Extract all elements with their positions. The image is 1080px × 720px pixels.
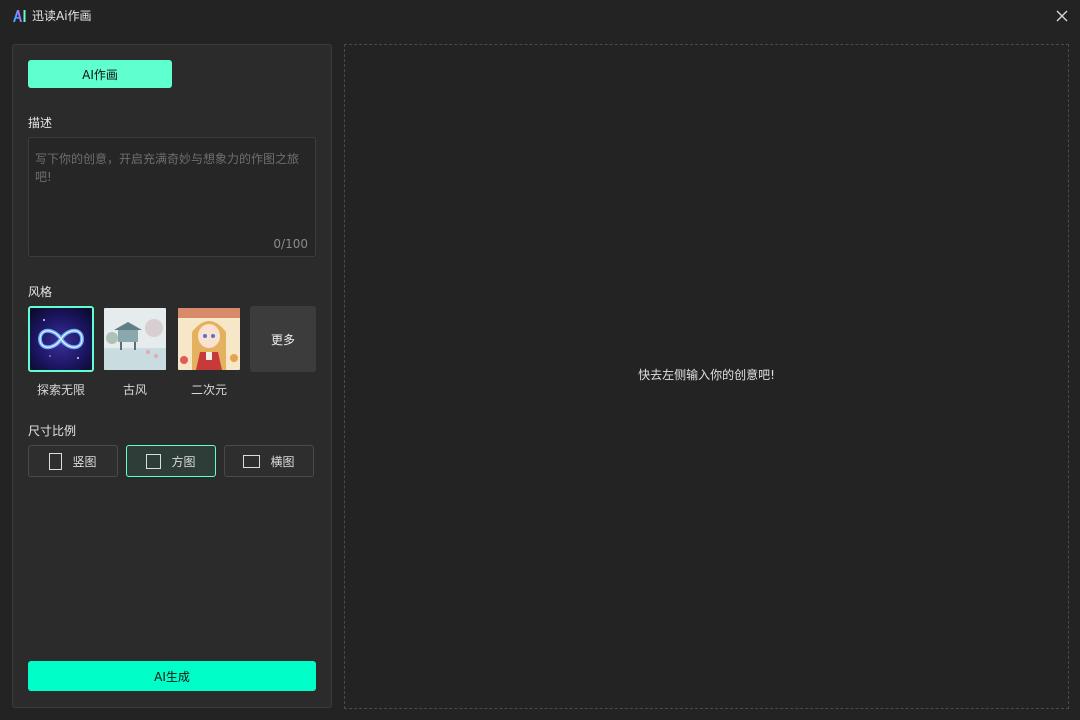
- ratio-portrait-button[interactable]: 竖图: [28, 445, 118, 477]
- style-item-anime[interactable]: 二次元: [176, 306, 242, 398]
- app-title: 迅读Ai作画: [32, 9, 92, 23]
- style-name-ancient: 古风: [122, 383, 147, 397]
- close-button[interactable]: [1052, 6, 1072, 26]
- tab-ai-painting[interactable]: AI作画: [28, 60, 172, 88]
- ratio-label: 尺寸比例: [28, 424, 77, 438]
- char-count: 0/100: [273, 237, 308, 251]
- ratio-landscape-label: 横图: [270, 454, 295, 469]
- pavilion-image: [104, 308, 166, 370]
- ratio-square-label: 方图: [171, 454, 196, 469]
- more-styles-button[interactable]: 更多: [250, 306, 316, 372]
- ratio-square-button[interactable]: 方图: [126, 445, 216, 477]
- style-name-explore: 探索无限: [36, 383, 85, 397]
- portrait-icon: [49, 452, 63, 470]
- result-canvas: 快去左侧输入你的创意吧!: [344, 44, 1069, 709]
- ratio-landscape-button[interactable]: 横图: [224, 445, 314, 477]
- title-bar: 迅读Ai作画: [0, 0, 1080, 32]
- style-thumbnail-anime[interactable]: [176, 306, 242, 372]
- anime-girl-image: [178, 308, 240, 370]
- style-label: 风格: [28, 285, 53, 299]
- close-icon: [1056, 10, 1068, 22]
- landscape-icon: [243, 454, 261, 468]
- square-icon: [146, 453, 162, 469]
- settings-panel: AI作画 描述 0/100 风格: [12, 44, 332, 708]
- infinity-image: [30, 308, 92, 370]
- style-item-ancient[interactable]: 古风: [102, 306, 168, 398]
- description-input[interactable]: [29, 138, 315, 256]
- style-name-anime: 二次元: [190, 383, 227, 397]
- style-list: 探索无限 古风 二次元 更多: [28, 306, 318, 398]
- empty-hint: 快去左侧输入你的创意吧!: [638, 368, 775, 382]
- style-item-explore[interactable]: 探索无限: [28, 306, 94, 398]
- ai-logo-icon: [13, 10, 26, 22]
- description-label: 描述: [28, 116, 53, 130]
- style-thumbnail-ancient[interactable]: [102, 306, 168, 372]
- style-thumbnail-explore[interactable]: [28, 306, 94, 372]
- generate-button[interactable]: AI生成: [28, 661, 316, 691]
- description-box: 0/100: [28, 137, 316, 257]
- ratio-portrait-label: 竖图: [72, 454, 97, 469]
